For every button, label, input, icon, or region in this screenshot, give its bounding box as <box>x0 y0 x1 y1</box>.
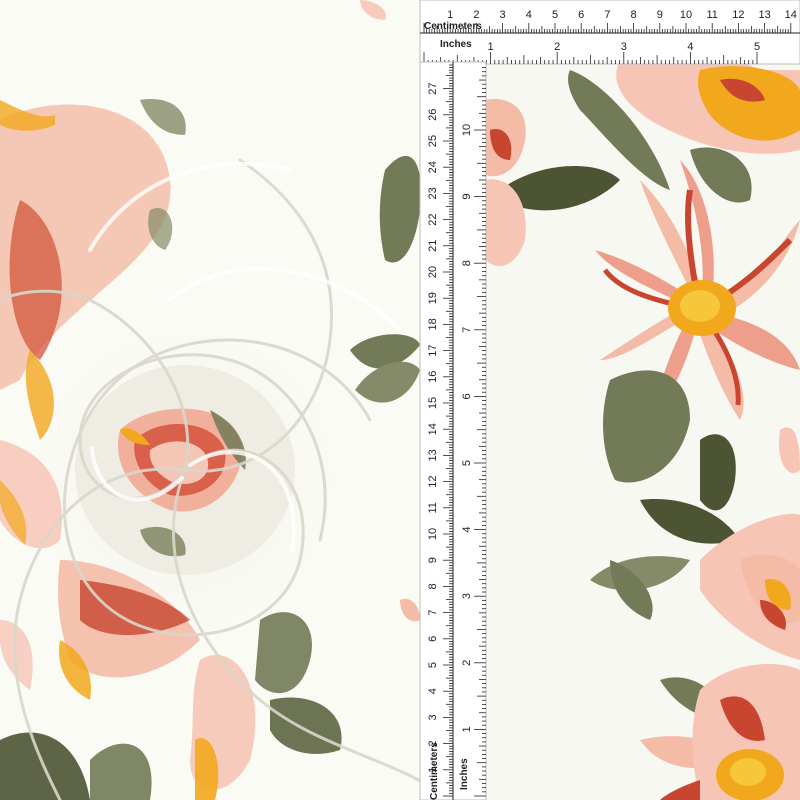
ruler-inch-number: 10 <box>461 124 473 136</box>
ruler-cm-number: 4 <box>427 688 439 694</box>
ruler-cm-number: 17 <box>427 344 439 356</box>
ruler-inch-number: 7 <box>461 327 473 333</box>
ruler-cm-number: 26 <box>427 109 439 121</box>
vruler-label-inches: Inches <box>459 758 470 790</box>
ruler-inch-number: 5 <box>754 41 760 53</box>
ruler-cm-number: 8 <box>631 9 637 21</box>
ruler-cm-number: 16 <box>427 371 439 383</box>
ruler-inch-number: 1 <box>488 41 494 53</box>
ruler-cm-number: 27 <box>427 82 439 94</box>
ruler-cm-number: 9 <box>657 9 663 21</box>
floral-fabric-swatch: Centimeters Inches 1 2 3 4 5 6 7 8 9 10 11 12 13 141 2… <box>0 0 800 800</box>
ruler-cm-number: 12 <box>427 475 439 487</box>
ruler-inch-number: 4 <box>687 41 693 53</box>
ruler-cm-number: 10 <box>427 528 439 540</box>
ruler-cm-number: 4 <box>526 9 532 21</box>
ruler-cm-number: 3 <box>500 9 506 21</box>
ruler-cm-number: 14 <box>427 423 439 435</box>
ruler-cm-number: 5 <box>552 9 558 21</box>
ruler-cm-number: 11 <box>427 502 439 513</box>
ruler-inch-number: 1 <box>461 726 473 732</box>
ruler-cm-number: 7 <box>427 610 439 616</box>
ruler-cm-number: 14 <box>785 9 797 21</box>
ruler-inch-number: 2 <box>461 660 473 666</box>
ruler-cm-number: 8 <box>427 583 439 589</box>
ruler-cm-number: 19 <box>427 292 439 304</box>
ruler-cm-number: 23 <box>427 187 439 199</box>
ruler-cm-number: 20 <box>427 266 439 278</box>
ruler-cm-number: 12 <box>732 9 744 21</box>
ruler-inch-number: 3 <box>461 593 473 599</box>
ruler-cm-number: 6 <box>427 636 439 642</box>
ruler-vertical: Centimeters Inches 123456789101112131415… <box>419 61 487 800</box>
ruler-cm-number: 18 <box>427 318 439 330</box>
ruler-cm-number: 2 <box>473 9 479 21</box>
ruler-cm-number: 11 <box>706 9 717 21</box>
ruler-inch-number: 9 <box>461 194 473 200</box>
ruler-inch-number: 3 <box>621 41 627 53</box>
ruler-cm-number: 1 <box>427 767 439 773</box>
ruler-cm-number: 13 <box>427 449 439 461</box>
ruler-cm-number: 25 <box>427 135 439 147</box>
ruler-label-inches: Inches <box>440 39 472 50</box>
ruler-cm-number: 10 <box>680 9 692 21</box>
ruler-inch-number: 5 <box>461 460 473 466</box>
ruler-cm-number: 7 <box>604 9 610 21</box>
ruler-inch-number: 8 <box>461 260 473 266</box>
ruler-cm-number: 21 <box>427 240 439 252</box>
ruler-cm-number: 5 <box>427 662 439 668</box>
ruler-cm-number: 24 <box>427 161 439 173</box>
ruler-cm-number: 3 <box>427 714 439 720</box>
ruler-inch-number: 4 <box>461 527 473 533</box>
fabric-photo: Centimeters Inches 1 2 3 4 5 6 7 8 9 10 11 12 13 14 1 2… <box>0 0 800 800</box>
ruler-cm-number: 15 <box>427 397 439 409</box>
ruler-cm-number: 2 <box>427 741 439 747</box>
ruler-cm-number: 13 <box>758 9 770 21</box>
ruler-cm-number: 22 <box>427 213 439 225</box>
ruler-cm-number: 6 <box>578 9 584 21</box>
ruler-inch-number: 2 <box>554 41 560 53</box>
ruler-cm-number: 9 <box>427 557 439 563</box>
ruler-cm-number: 1 <box>447 9 453 21</box>
ruler-horizontal: Centimeters Inches 1 2 3 4 5 6 7 8 9 10 11 12 13 141 2… <box>419 0 800 65</box>
ruler-inch-number: 6 <box>461 393 473 399</box>
